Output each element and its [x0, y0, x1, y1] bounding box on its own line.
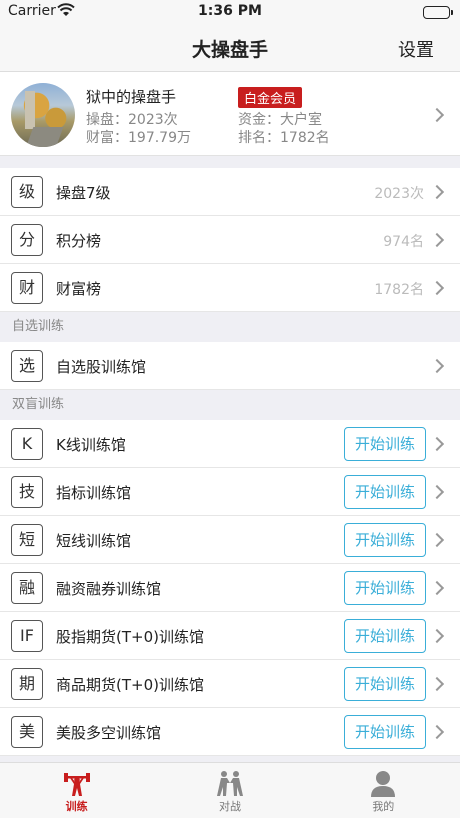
- chevron-right-icon: [429, 532, 445, 548]
- tab-training[interactable]: 训练: [0, 763, 153, 818]
- list-item-label: 美股多空训练馆: [56, 724, 162, 742]
- short-term-icon: 短: [11, 524, 43, 556]
- profile-rank: 排名：1782名: [238, 130, 330, 146]
- list-item-index-futures[interactable]: IF 股指期货(T+0)训练馆 开始训练: [0, 612, 460, 660]
- start-training-button[interactable]: 开始训练: [344, 619, 426, 653]
- tab-label: 训练: [65, 800, 88, 813]
- stat-label: 财富榜: [56, 280, 102, 298]
- profile-funds: 资金：大户室: [238, 112, 322, 128]
- wealth-icon: 财: [11, 272, 43, 304]
- list-item-label: 股指期货(T+0)训练馆: [56, 628, 204, 646]
- battery-icon: [423, 6, 453, 19]
- stat-row-wealth[interactable]: 财 财富榜 1782名: [0, 264, 460, 312]
- stat-label: 操盘7级: [56, 184, 111, 202]
- start-training-button[interactable]: 开始训练: [344, 715, 426, 749]
- avatar: [11, 83, 75, 147]
- weightlifter-icon: [63, 773, 90, 796]
- margin-icon: 融: [11, 572, 43, 604]
- list-item-short-term[interactable]: 短 短线训练馆 开始训练: [0, 516, 460, 564]
- section-header-blind: 双盲训练: [0, 390, 460, 420]
- commodity-futures-icon: 期: [11, 668, 43, 700]
- tab-bar: 训练 对战 我的: [0, 762, 460, 818]
- index-futures-icon: IF: [11, 620, 43, 652]
- profile-card[interactable]: 狱中的操盘手 白金会员 操盘：2023次 财富：197.79万 资金：大户室 排…: [0, 72, 460, 156]
- start-training-button[interactable]: 开始训练: [344, 427, 426, 461]
- chevron-right-icon: [429, 628, 445, 644]
- list-item-label: 自选股训练馆: [56, 358, 147, 376]
- us-stocks-icon: 美: [11, 716, 43, 748]
- select-icon: 选: [11, 350, 43, 382]
- list-item-label: 指标训练馆: [56, 484, 132, 502]
- list-item-indicator[interactable]: 技 指标训练馆 开始训练: [0, 468, 460, 516]
- settings-button[interactable]: 设置: [398, 36, 434, 62]
- member-badge: 白金会员: [238, 87, 303, 108]
- list-item-margin[interactable]: 融 融资融券训练馆 开始训练: [0, 564, 460, 612]
- list-item-label: 商品期货(T+0)训练馆: [56, 676, 204, 694]
- start-training-button[interactable]: 开始训练: [344, 475, 426, 509]
- chevron-right-icon: [429, 676, 445, 692]
- profile-wealth: 财富：197.79万: [86, 130, 191, 146]
- indicator-icon: 技: [11, 476, 43, 508]
- start-training-button[interactable]: 开始训练: [344, 523, 426, 557]
- profile-trades: 操盘：2023次: [86, 112, 178, 128]
- stat-value: 2023次: [374, 186, 424, 202]
- points-icon: 分: [11, 224, 43, 256]
- fight-icon: [216, 771, 243, 796]
- tab-mine[interactable]: 我的: [307, 763, 460, 818]
- chevron-right-icon: [429, 184, 445, 200]
- status-bar: Carrier 1:36 PM: [0, 0, 460, 24]
- stat-label: 积分榜: [56, 232, 102, 250]
- stat-row-points[interactable]: 分 积分榜 974名: [0, 216, 460, 264]
- tab-battle[interactable]: 对战: [153, 763, 306, 818]
- list-item-self-stock[interactable]: 选 自选股训练馆: [0, 342, 460, 390]
- page-title: 大操盘手: [191, 39, 268, 61]
- stat-value: 974名: [383, 234, 424, 250]
- stat-row-level[interactable]: 级 操盘7级 2023次: [0, 168, 460, 216]
- level-icon: 级: [11, 176, 43, 208]
- list-item-kline[interactable]: K K线训练馆 开始训练: [0, 420, 460, 468]
- stat-value: 1782名: [374, 282, 424, 298]
- chevron-right-icon: [429, 232, 445, 248]
- chevron-right-icon: [429, 484, 445, 500]
- tab-label: 对战: [218, 800, 241, 813]
- list-item-label: K线训练馆: [56, 436, 126, 454]
- tab-label: 我的: [372, 800, 395, 813]
- chevron-right-icon: [429, 724, 445, 740]
- person-icon: [371, 771, 396, 797]
- chevron-right-icon: [429, 107, 445, 123]
- status-time: 1:36 PM: [198, 3, 262, 19]
- list-item-us-stocks[interactable]: 美 美股多空训练馆 开始训练: [0, 708, 460, 756]
- start-training-button[interactable]: 开始训练: [344, 571, 426, 605]
- start-training-button[interactable]: 开始训练: [344, 667, 426, 701]
- chevron-right-icon: [429, 580, 445, 596]
- chevron-right-icon: [429, 280, 445, 296]
- list-item-commodity-futures[interactable]: 期 商品期货(T+0)训练馆 开始训练: [0, 660, 460, 708]
- section-header-self: 自选训练: [0, 312, 460, 342]
- list-item-label: 融资融券训练馆: [56, 580, 162, 598]
- chevron-right-icon: [429, 358, 445, 374]
- list-item-label: 短线训练馆: [56, 532, 132, 550]
- nav-bar: 大操盘手 设置: [0, 24, 460, 72]
- profile-name: 狱中的操盘手: [86, 88, 177, 106]
- chevron-right-icon: [429, 436, 445, 452]
- kline-icon: K: [11, 428, 43, 460]
